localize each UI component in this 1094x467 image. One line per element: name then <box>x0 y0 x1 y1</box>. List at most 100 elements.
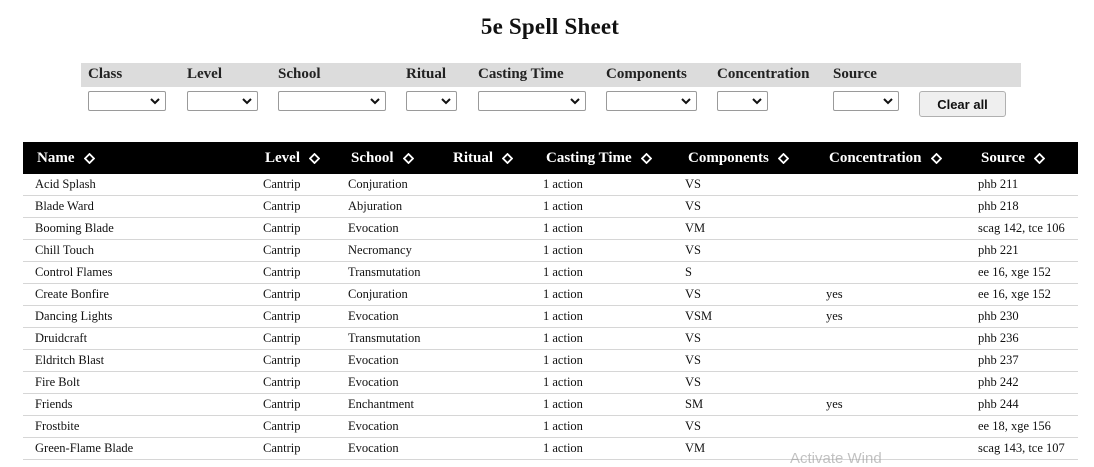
sort-icon <box>640 152 652 164</box>
level-filter-select[interactable] <box>187 91 258 111</box>
table-header: Name Level School Ritual Casting Time Co… <box>23 142 1078 174</box>
chevron-down-icon <box>883 98 893 105</box>
column-header-concentration[interactable]: Concentration <box>829 142 942 174</box>
column-header-label: Casting Time <box>546 149 632 166</box>
cell-school: Transmutation <box>348 331 421 345</box>
cell-level: Cantrip <box>263 243 301 257</box>
cell-name: Frostbite <box>35 419 80 433</box>
cell-school: Conjuration <box>348 287 408 301</box>
cell-name: Eldritch Blast <box>35 353 105 367</box>
cell-components: VS <box>685 243 701 257</box>
column-header-ritual[interactable]: Ritual <box>453 142 514 174</box>
cell-source: scag 142, tce 106 <box>978 221 1065 235</box>
table-row: Dancing Lights Cantrip Evocation 1 action VS… <box>23 306 1078 328</box>
class-filter-select[interactable] <box>88 91 166 111</box>
cell-casting-time: 1 action <box>543 287 583 301</box>
chevron-down-icon <box>150 98 160 105</box>
cell-components: VS <box>685 287 701 301</box>
chevron-down-icon <box>242 98 252 105</box>
components-filter-select[interactable] <box>606 91 697 111</box>
cell-components: VS <box>685 419 701 433</box>
cell-level: Cantrip <box>263 331 301 345</box>
sort-icon <box>1033 152 1045 164</box>
cell-name: Booming Blade <box>35 221 114 235</box>
cell-school: Evocation <box>348 353 399 367</box>
table-row: Control Flames Cantrip Transmutation 1 acti… <box>23 262 1078 284</box>
chevron-down-icon <box>570 98 580 105</box>
casting-time-filter-select[interactable] <box>478 91 586 111</box>
filter-label-ritual: Ritual <box>406 66 447 82</box>
sort-icon <box>777 152 789 164</box>
table-body: Acid Splash Cantrip Conjuration 1 action VS p… <box>23 174 1078 460</box>
table-row: Green-Flame Blade Cantrip Evocation 1 actio… <box>23 438 1078 460</box>
cell-school: Conjuration <box>348 177 408 191</box>
cell-source: phb 244 <box>978 397 1019 411</box>
table-row: Booming Blade Cantrip Evocation 1 action VM s… <box>23 218 1078 240</box>
cell-source: ee 16, xge 152 <box>978 265 1051 279</box>
cell-name: Druidcraft <box>35 331 88 345</box>
source-filter-select[interactable] <box>833 91 899 111</box>
ritual-filter-select[interactable] <box>406 91 457 111</box>
cell-casting-time: 1 action <box>543 199 583 213</box>
cell-source: phb 230 <box>978 309 1019 323</box>
table-row: Friends Cantrip Enchantment 1 action SM yes ph… <box>23 394 1078 416</box>
column-header-label: Ritual <box>453 149 494 166</box>
cell-source: phb 218 <box>978 199 1019 213</box>
cell-level: Cantrip <box>263 441 301 455</box>
cell-source: phb 221 <box>978 243 1019 257</box>
cell-school: Enchantment <box>348 397 414 411</box>
column-header-components[interactable]: Components <box>688 142 789 174</box>
cell-casting-time: 1 action <box>543 309 583 323</box>
cell-casting-time: 1 action <box>543 243 583 257</box>
column-header-level[interactable]: Level <box>265 142 320 174</box>
cell-casting-time: 1 action <box>543 397 583 411</box>
cell-school: Evocation <box>348 309 399 323</box>
cell-components: VS <box>685 375 701 389</box>
column-header-label: School <box>351 149 394 166</box>
cell-level: Cantrip <box>263 353 301 367</box>
cell-source: ee 18, xge 156 <box>978 419 1051 433</box>
filter-label-class: Class <box>88 66 123 82</box>
table-row: Acid Splash Cantrip Conjuration 1 action VS p… <box>23 174 1078 196</box>
cell-concentration: yes <box>826 397 843 411</box>
cell-level: Cantrip <box>263 177 301 191</box>
school-filter-select[interactable] <box>278 91 386 111</box>
table-row: Frostbite Cantrip Evocation 1 action VS ee 18… <box>23 416 1078 438</box>
cell-name: Friends <box>35 397 73 411</box>
cell-school: Evocation <box>348 221 399 235</box>
cell-concentration: yes <box>826 287 843 301</box>
table-row: Druidcraft Cantrip Transmutation 1 action VS… <box>23 328 1078 350</box>
column-header-casting-time[interactable]: Casting Time <box>546 142 652 174</box>
chevron-down-icon <box>681 98 691 105</box>
column-header-school[interactable]: School <box>351 142 414 174</box>
cell-source: phb 237 <box>978 353 1019 367</box>
activate-windows-watermark: Activate Wind <box>790 450 882 467</box>
chevron-down-icon <box>441 98 451 105</box>
column-header-name[interactable]: Name <box>37 142 95 174</box>
column-header-source[interactable]: Source <box>981 142 1045 174</box>
column-header-label: Level <box>265 149 300 166</box>
cell-level: Cantrip <box>263 375 301 389</box>
cell-components: VS <box>685 331 701 345</box>
page-title: 5e Spell Sheet <box>480 14 620 39</box>
clear-all-button[interactable]: Clear all <box>919 91 1006 117</box>
cell-level: Cantrip <box>263 309 301 323</box>
column-header-label: Components <box>688 149 769 166</box>
cell-name: Create Bonfire <box>35 287 109 301</box>
cell-casting-time: 1 action <box>543 441 583 455</box>
cell-source: ee 16, xge 152 <box>978 287 1051 301</box>
concentration-filter-select[interactable] <box>717 91 768 111</box>
spell-table: Name Level School Ritual Casting Time Co… <box>23 142 1078 460</box>
cell-school: Necromancy <box>348 243 412 257</box>
cell-school: Evocation <box>348 375 399 389</box>
cell-casting-time: 1 action <box>543 221 583 235</box>
cell-level: Cantrip <box>263 199 301 213</box>
cell-casting-time: 1 action <box>543 419 583 433</box>
sort-icon <box>930 152 942 164</box>
cell-components: VSM <box>685 309 713 323</box>
filter-label-source: Source <box>833 66 877 82</box>
cell-name: Control Flames <box>35 265 113 279</box>
chevron-down-icon <box>752 98 762 105</box>
chevron-down-icon <box>370 98 380 105</box>
filter-label-school: School <box>278 66 321 82</box>
